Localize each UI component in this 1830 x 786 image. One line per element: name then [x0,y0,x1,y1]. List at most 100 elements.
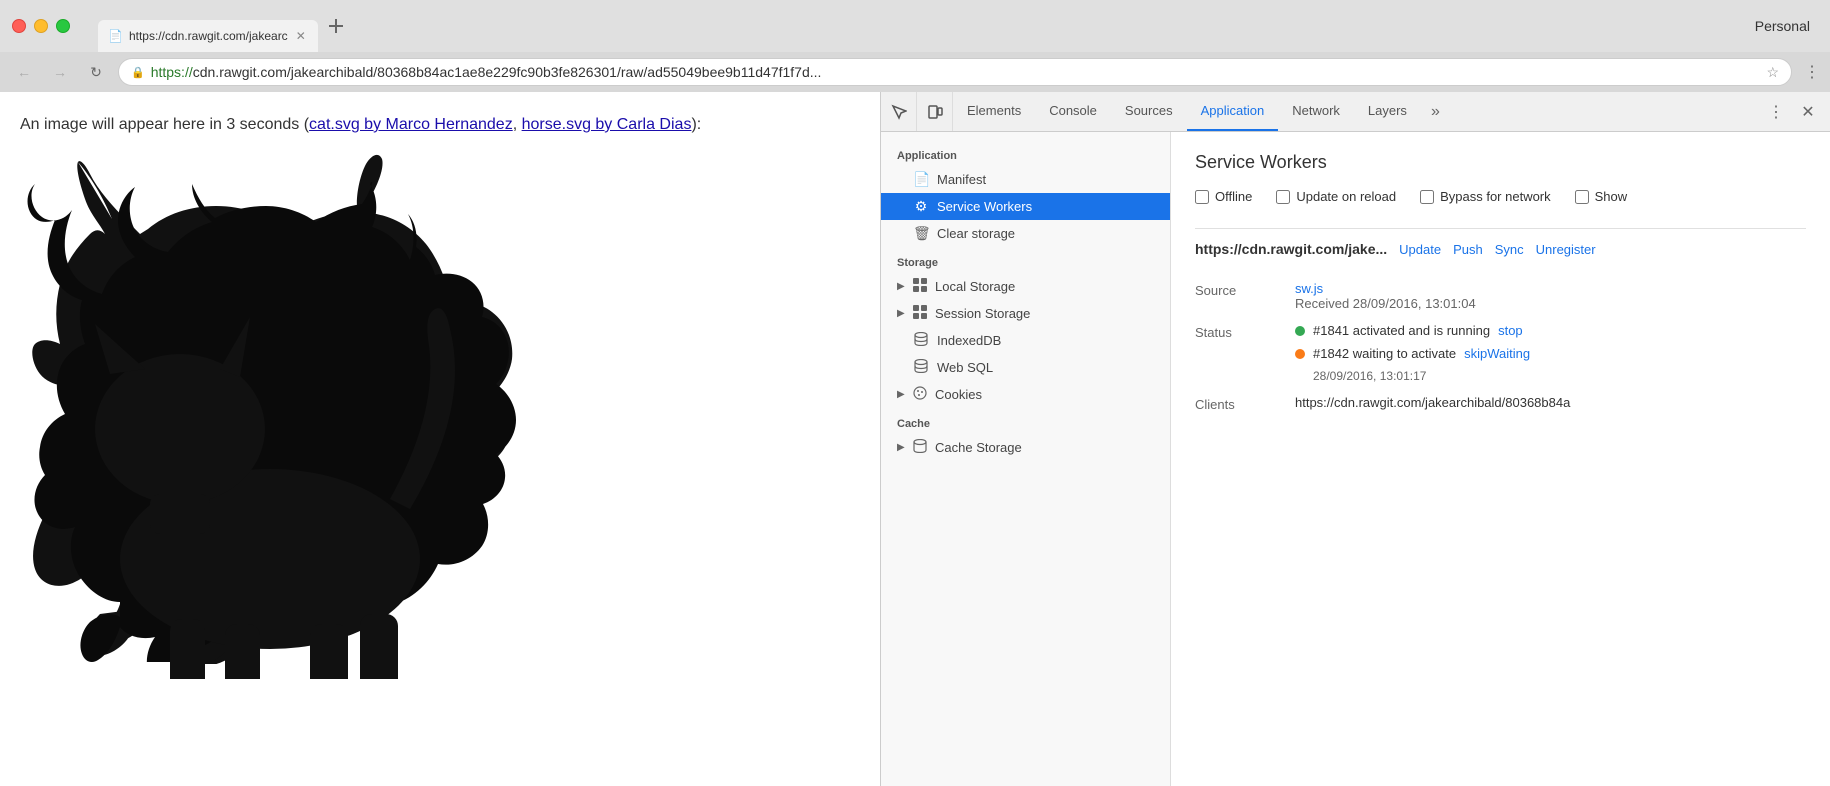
cache-storage-arrow: ▶ [897,442,909,453]
inspect-element-button[interactable] [881,92,917,131]
clear-storage-label: Clear storage [937,226,1015,241]
offline-checkbox[interactable] [1195,190,1209,204]
manifest-icon: 📄 [913,171,929,188]
devtools-right-buttons: ⋮ ✕ [1754,92,1830,131]
session-storage-arrow: ▶ [897,308,909,319]
indexeddb-icon [913,332,929,349]
status-label: Status [1195,323,1295,383]
sw-unregister-link[interactable]: Unregister [1536,242,1596,257]
source-label: Source [1195,281,1295,311]
tab-layers[interactable]: Layers [1354,92,1421,131]
sw-sync-link[interactable]: Sync [1495,242,1524,257]
url-rest: cdn.rawgit.com/jakearchibald/80368b84ac1… [193,64,822,80]
service-workers-icon: ⚙ [913,198,929,215]
session-storage-grid-icon [913,305,927,322]
new-tab-button[interactable] [322,12,350,40]
tab-network[interactable]: Network [1278,92,1354,131]
show-label: Show [1595,189,1628,204]
cookies-label: Cookies [935,387,982,402]
sidebar-item-indexeddb[interactable]: IndexedDB [881,327,1170,354]
horse-link[interactable]: horse.svg by Carla Dias [522,116,692,133]
section-application-label: Application [881,140,1170,166]
sidebar-item-cache-storage[interactable]: ▶ Cache Storage [881,434,1170,461]
reload-button[interactable]: ↻ [82,58,110,86]
tab-console[interactable]: Console [1035,92,1111,131]
web-sql-icon [913,359,929,376]
sidebar-item-service-workers[interactable]: ⚙ Service Workers [881,193,1170,220]
sw-divider [1195,228,1806,229]
more-tabs-button[interactable]: » [1421,92,1450,131]
sw-entry: https://cdn.rawgit.com/jake... Update Pu… [1195,241,1806,412]
show-option[interactable]: Show [1575,189,1628,204]
sw-details-grid: Source sw.js Received 28/09/2016, 13:01:… [1195,281,1806,412]
profile-area: Personal [1755,18,1818,34]
sidebar-item-local-storage[interactable]: ▶ Local Storage [881,273,1170,300]
maximize-traffic-light[interactable] [56,19,70,33]
sidebar-item-session-storage[interactable]: ▶ Session Storage [881,300,1170,327]
sidebar-item-cookies[interactable]: ▶ Cookies [881,381,1170,408]
sw-push-link[interactable]: Push [1453,242,1483,257]
status2-date: 28/09/2016, 13:01:17 [1313,369,1806,383]
bypass-for-network-checkbox[interactable] [1420,190,1434,204]
show-checkbox[interactable] [1575,190,1589,204]
cookies-arrow: ▶ [897,389,909,400]
cache-storage-label: Cache Storage [935,440,1022,455]
bypass-for-network-option[interactable]: Bypass for network [1420,189,1551,204]
offline-option[interactable]: Offline [1195,189,1252,204]
minimize-traffic-light[interactable] [34,19,48,33]
service-workers-label: Service Workers [937,199,1032,214]
cookies-icon [913,386,927,403]
local-storage-label: Local Storage [935,279,1015,294]
status-line-1: #1841 activated and is running stop [1295,323,1806,338]
browser-tab[interactable]: 📄 https://cdn.rawgit.com/jakearc ✕ [98,20,318,52]
bypass-for-network-label: Bypass for network [1440,189,1551,204]
main-area: An image will appear here in 3 seconds (… [0,92,1830,786]
sidebar-item-clear-storage[interactable]: 🗑 Clear storage [881,220,1170,247]
tab-close-button[interactable]: ✕ [294,27,308,45]
sidebar-item-manifest[interactable]: 📄 Manifest [881,166,1170,193]
tab-application[interactable]: Application [1187,92,1279,131]
address-input[interactable]: 🔒 https://cdn.rawgit.com/jakearchibald/8… [118,58,1792,86]
close-traffic-light[interactable] [12,19,26,33]
update-on-reload-label: Update on reload [1296,189,1396,204]
traffic-lights [12,19,70,33]
sidebar-item-web-sql[interactable]: Web SQL [881,354,1170,381]
title-bar: 📄 https://cdn.rawgit.com/jakearc ✕ Perso… [0,0,1830,52]
page-text: An image will appear here in 3 seconds (… [20,112,860,138]
cat-link[interactable]: cat.svg by Marco Hernandez [309,116,513,133]
tab-page-icon: 📄 [108,29,123,43]
section-cache-label: Cache [881,408,1170,434]
devtools-tabs: Elements Console Sources Application Net… [953,92,1754,131]
status2-text: #1842 waiting to activate [1313,346,1456,361]
devtools-main-panel: Service Workers Offline Update on reload [1171,132,1830,786]
tab-sources[interactable]: Sources [1111,92,1187,131]
sw-source-file-link[interactable]: sw.js [1295,281,1323,296]
sw-url-row: https://cdn.rawgit.com/jake... Update Pu… [1195,241,1806,265]
status-dot-green [1295,326,1305,336]
bookmark-icon[interactable]: ☆ [1766,64,1779,81]
update-on-reload-checkbox[interactable] [1276,190,1290,204]
session-storage-label: Session Storage [935,306,1030,321]
manifest-label: Manifest [937,172,986,187]
devtools-close-button[interactable]: ✕ [1794,98,1822,126]
forward-button[interactable]: → [46,58,74,86]
status-row: #1841 activated and is running stop #184… [1295,323,1806,383]
clients-label: Clients [1195,395,1295,412]
device-toolbar-button[interactable] [917,92,953,131]
devtools-toolbar: Elements Console Sources Application Net… [881,92,1830,132]
sw-update-link[interactable]: Update [1399,242,1441,257]
sw-received-date: Received 28/09/2016, 13:01:04 [1295,296,1806,311]
lock-icon: 🔒 [131,66,145,79]
sw-skip-waiting-link[interactable]: skipWaiting [1464,346,1530,361]
tab-elements[interactable]: Elements [953,92,1035,131]
url-https: https:// [151,64,193,80]
local-storage-grid-icon [913,278,927,295]
sw-stop-link[interactable]: stop [1498,323,1523,338]
update-on-reload-option[interactable]: Update on reload [1276,189,1396,204]
source-value: sw.js Received 28/09/2016, 13:01:04 [1295,281,1806,311]
devtools-more-button[interactable]: ⋮ [1762,98,1790,126]
cache-storage-icon [913,439,927,456]
back-button[interactable]: ← [10,58,38,86]
status-line-2: #1842 waiting to activate skipWaiting [1295,346,1806,361]
browser-menu-button[interactable]: ⋮ [1804,62,1820,82]
